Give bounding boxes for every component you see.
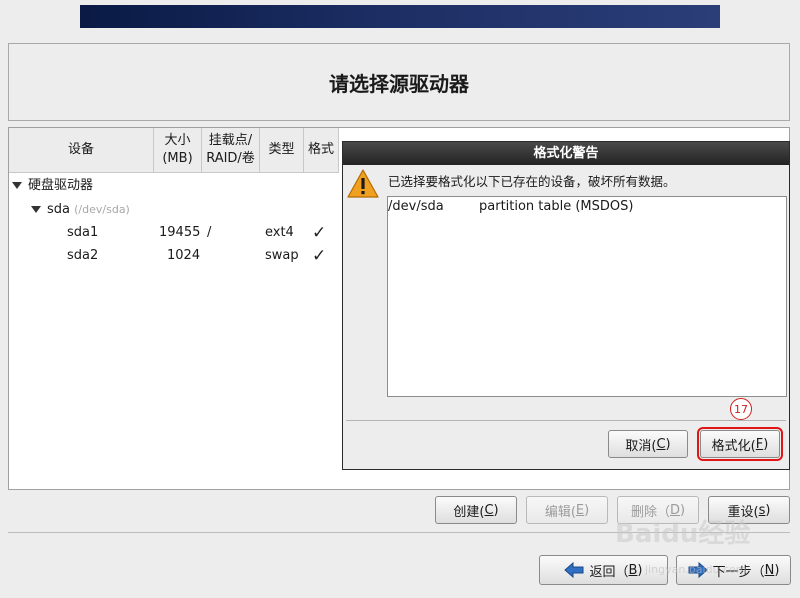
partition-type: ext4 bbox=[265, 225, 294, 240]
warning-icon bbox=[347, 169, 379, 198]
expander-icon[interactable] bbox=[31, 206, 41, 213]
dialog-separator bbox=[346, 420, 786, 421]
arrow-right-icon bbox=[688, 562, 708, 578]
column-type[interactable]: 类型 bbox=[260, 128, 304, 172]
edit-button[interactable]: 编辑(E) bbox=[526, 496, 608, 524]
step-annotation-badge: 17 bbox=[730, 398, 752, 420]
list-device: /dev/sda bbox=[388, 199, 444, 214]
partition-mount: / bbox=[207, 225, 212, 240]
dialog-title: 格式化警告 bbox=[343, 142, 789, 165]
tree-row-sda[interactable]: sda (/dev/sda) bbox=[31, 199, 130, 221]
back-button[interactable]: 返回（ B) bbox=[539, 555, 668, 585]
expander-icon[interactable] bbox=[12, 182, 22, 189]
create-button[interactable]: 创建(C) bbox=[435, 496, 517, 524]
tree-row-harddrives[interactable]: 硬盘驱动器 bbox=[12, 175, 93, 197]
column-mount[interactable]: 挂载点/ RAID/卷 bbox=[202, 128, 260, 172]
warning-message: 已选择要格式化以下已存在的设备，破坏所有数据。 bbox=[388, 174, 676, 189]
column-device[interactable]: 设备 bbox=[9, 128, 154, 172]
disk-path: (/dev/sda) bbox=[74, 203, 130, 216]
partition-size: 19455 bbox=[159, 225, 201, 240]
format-check-icon[interactable]: ✓ bbox=[312, 245, 326, 267]
page-title: 请选择源驱动器 bbox=[329, 71, 469, 96]
next-button[interactable]: 下一步（ N) bbox=[676, 555, 791, 585]
format-button[interactable]: 格式化(F) bbox=[697, 427, 783, 461]
title-panel: 请选择源驱动器 bbox=[8, 43, 790, 121]
list-description: partition table (MSDOS) bbox=[479, 199, 634, 214]
tree-header: 设备 大小 (MB) 挂载点/ RAID/卷 类型 格式 bbox=[9, 128, 339, 173]
partition-type: swap bbox=[265, 248, 299, 263]
partition-name: sda2 bbox=[67, 248, 99, 263]
format-warning-dialog: 格式化警告 已选择要格式化以下已存在的设备，破坏所有数据。 /dev/sda p… bbox=[342, 141, 790, 470]
header-banner bbox=[80, 5, 720, 28]
bottom-divider bbox=[8, 532, 790, 533]
reset-button[interactable]: 重设(s) bbox=[708, 496, 790, 524]
column-size[interactable]: 大小 (MB) bbox=[154, 128, 202, 172]
column-format[interactable]: 格式 bbox=[304, 128, 339, 172]
format-check-icon[interactable]: ✓ bbox=[312, 222, 326, 244]
device-list[interactable]: /dev/sda partition table (MSDOS) bbox=[387, 196, 787, 397]
delete-button[interactable]: 删除（ D) bbox=[617, 496, 699, 524]
partition-size: 1024 bbox=[167, 248, 201, 263]
arrow-left-icon bbox=[564, 562, 584, 578]
cancel-button[interactable]: 取消(C) bbox=[608, 430, 688, 458]
partition-name: sda1 bbox=[67, 225, 99, 240]
